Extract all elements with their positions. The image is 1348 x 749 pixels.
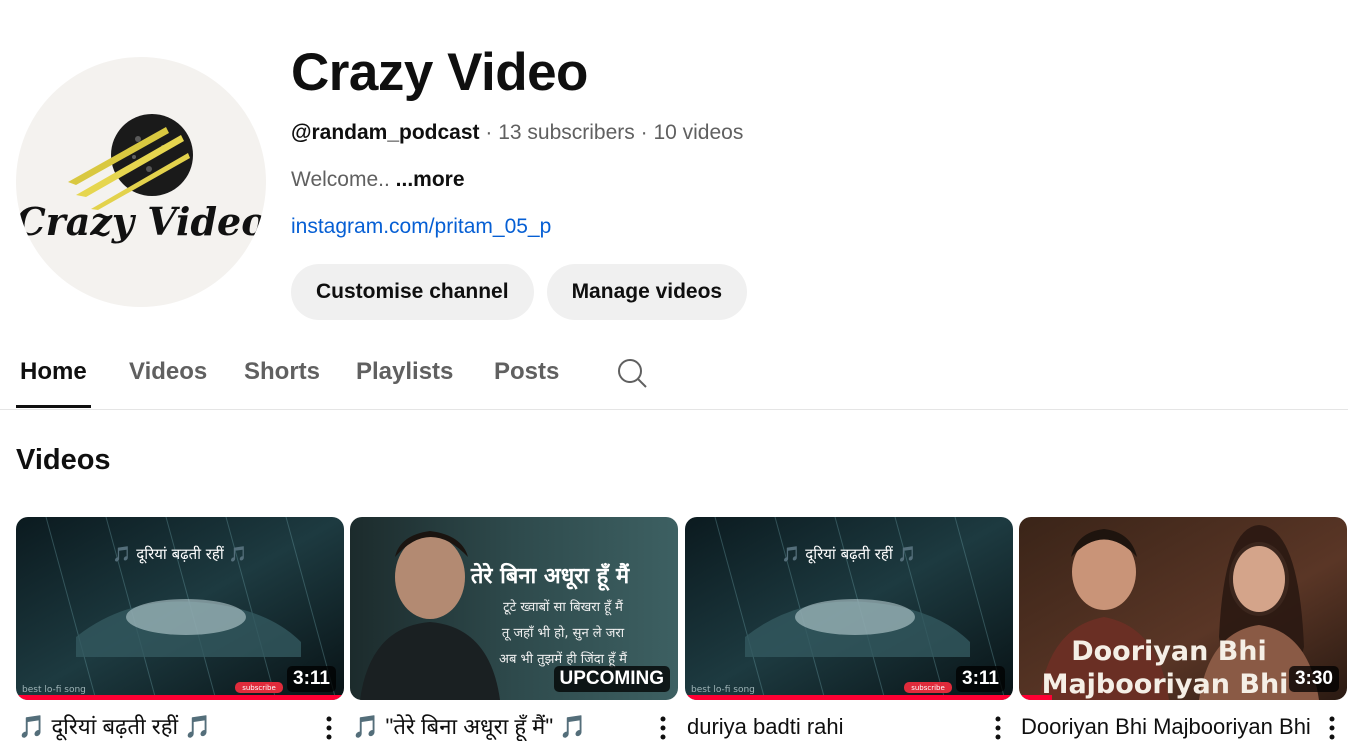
video-card: तेरे बिना अधूरा हूँ मैं टूटे ख्वाबों सा … <box>350 517 678 740</box>
svg-text:subscribe: subscribe <box>911 684 945 692</box>
svg-text:तेरे बिना अधूरा हूँ मैं: तेरे बिना अधूरा हूँ मैं <box>470 562 630 591</box>
more-link[interactable]: ...more <box>396 168 465 191</box>
section-title-videos[interactable]: Videos <box>16 444 111 477</box>
video-thumbnail[interactable]: तेरे बिना अधूरा हूँ मैं टूटे ख्वाबों सा … <box>350 517 678 700</box>
channel-meta: @randam_podcast · 13 subscribers · 10 vi… <box>291 119 747 147</box>
channel-handle: @randam_podcast <box>291 121 480 144</box>
video-title[interactable]: Dooriyan Bhi Majbooriyan Bhi <box>1021 713 1316 741</box>
tab-home[interactable]: Home <box>20 358 87 386</box>
video-card: Dooriyan Bhi Majbooriyan Bhi 3:30 Dooriy… <box>1019 517 1347 740</box>
channel-avatar[interactable]: Crazy Video <box>16 57 266 307</box>
svg-text:Dooriyan Bhi: Dooriyan Bhi <box>1071 636 1267 667</box>
video-title[interactable]: 🎵 "तेरे बिना अधूरा हूँ मैं" 🎵 <box>352 713 647 741</box>
watch-progress <box>685 695 1013 700</box>
subscriber-count: 13 subscribers <box>498 121 635 144</box>
video-thumbnail[interactable]: 🎵 दूरियां बढ़ती रहीं 🎵 best lo-fi song s… <box>16 517 344 700</box>
svg-text:best lo-fi song: best lo-fi song <box>22 685 86 695</box>
video-title[interactable]: 🎵 दूरियां बढ़ती रहीं 🎵 <box>18 713 313 741</box>
manage-videos-button[interactable]: Manage videos <box>546 264 748 320</box>
watch-progress <box>1019 695 1052 700</box>
more-vert-icon[interactable] <box>322 714 336 742</box>
tab-playlists[interactable]: Playlists <box>356 358 453 386</box>
duration-badge: 3:30 <box>1288 666 1339 692</box>
video-count: 10 videos <box>653 121 744 144</box>
video-thumbnail[interactable]: 🎵 दूरियां बढ़ती रहीं 🎵 best lo-fi song s… <box>685 517 1013 700</box>
svg-text:🎵 दूरियां बढ़ती रहीं 🎵: 🎵 दूरियां बढ़ती रहीं 🎵 <box>113 545 247 564</box>
duration-badge: 3:11 <box>956 666 1005 692</box>
video-thumbnail[interactable]: Dooriyan Bhi Majbooriyan Bhi 3:30 <box>1019 517 1347 700</box>
watch-progress <box>16 695 344 700</box>
video-title[interactable]: duriya badti rahi <box>687 713 982 741</box>
meta-separator: · <box>479 121 499 144</box>
svg-text:Crazy Video: Crazy Video <box>16 199 266 244</box>
svg-text:🎵 दूरियां बढ़ती रहीं 🎵: 🎵 दूरियां बढ़ती रहीं 🎵 <box>782 545 916 564</box>
upcoming-badge: UPCOMING <box>553 666 670 692</box>
search-icon[interactable] <box>615 356 649 390</box>
meta-separator: · <box>634 121 654 144</box>
channel-description: Welcome.. ...more <box>291 166 747 194</box>
more-vert-icon[interactable] <box>991 714 1005 742</box>
more-vert-icon[interactable] <box>1325 714 1339 742</box>
channel-tabs: Home Videos Shorts Playlists Posts <box>0 342 1348 410</box>
tab-videos[interactable]: Videos <box>129 358 207 386</box>
svg-text:subscribe: subscribe <box>242 684 276 692</box>
channel-name: Crazy Video <box>291 43 588 102</box>
duration-badge: 3:11 <box>287 666 336 692</box>
video-card: 🎵 दूरियां बढ़ती रहीं 🎵 best lo-fi song s… <box>16 517 344 740</box>
channel-actions: Customise channel Manage videos <box>291 264 748 320</box>
svg-text:तू जहाँ भी हो, सुन ले जरा: तू जहाँ भी हो, सुन ले जरा <box>502 625 625 641</box>
tab-shorts[interactable]: Shorts <box>244 358 320 386</box>
crazy-video-logo: Crazy Video <box>16 114 266 244</box>
customise-channel-button[interactable]: Customise channel <box>291 264 534 320</box>
channel-info: Crazy Video @randam_podcast · 13 subscri… <box>291 40 748 320</box>
tab-posts[interactable]: Posts <box>494 358 559 386</box>
more-vert-icon[interactable] <box>656 714 670 742</box>
active-tab-indicator <box>16 405 91 408</box>
svg-text:best lo-fi song: best lo-fi song <box>691 685 755 695</box>
channel-link[interactable]: instagram.com/pritam_05_p <box>291 213 747 241</box>
svg-text:टूटे ख्वाबों सा बिखरा हूँ मैं: टूटे ख्वाबों सा बिखरा हूँ मैं <box>503 599 623 616</box>
svg-text:Majbooriyan Bhi: Majbooriyan Bhi <box>1042 669 1289 700</box>
video-card: 🎵 दूरियां बढ़ती रहीं 🎵 best lo-fi song s… <box>685 517 1013 740</box>
description-text: Welcome.. <box>291 168 390 191</box>
